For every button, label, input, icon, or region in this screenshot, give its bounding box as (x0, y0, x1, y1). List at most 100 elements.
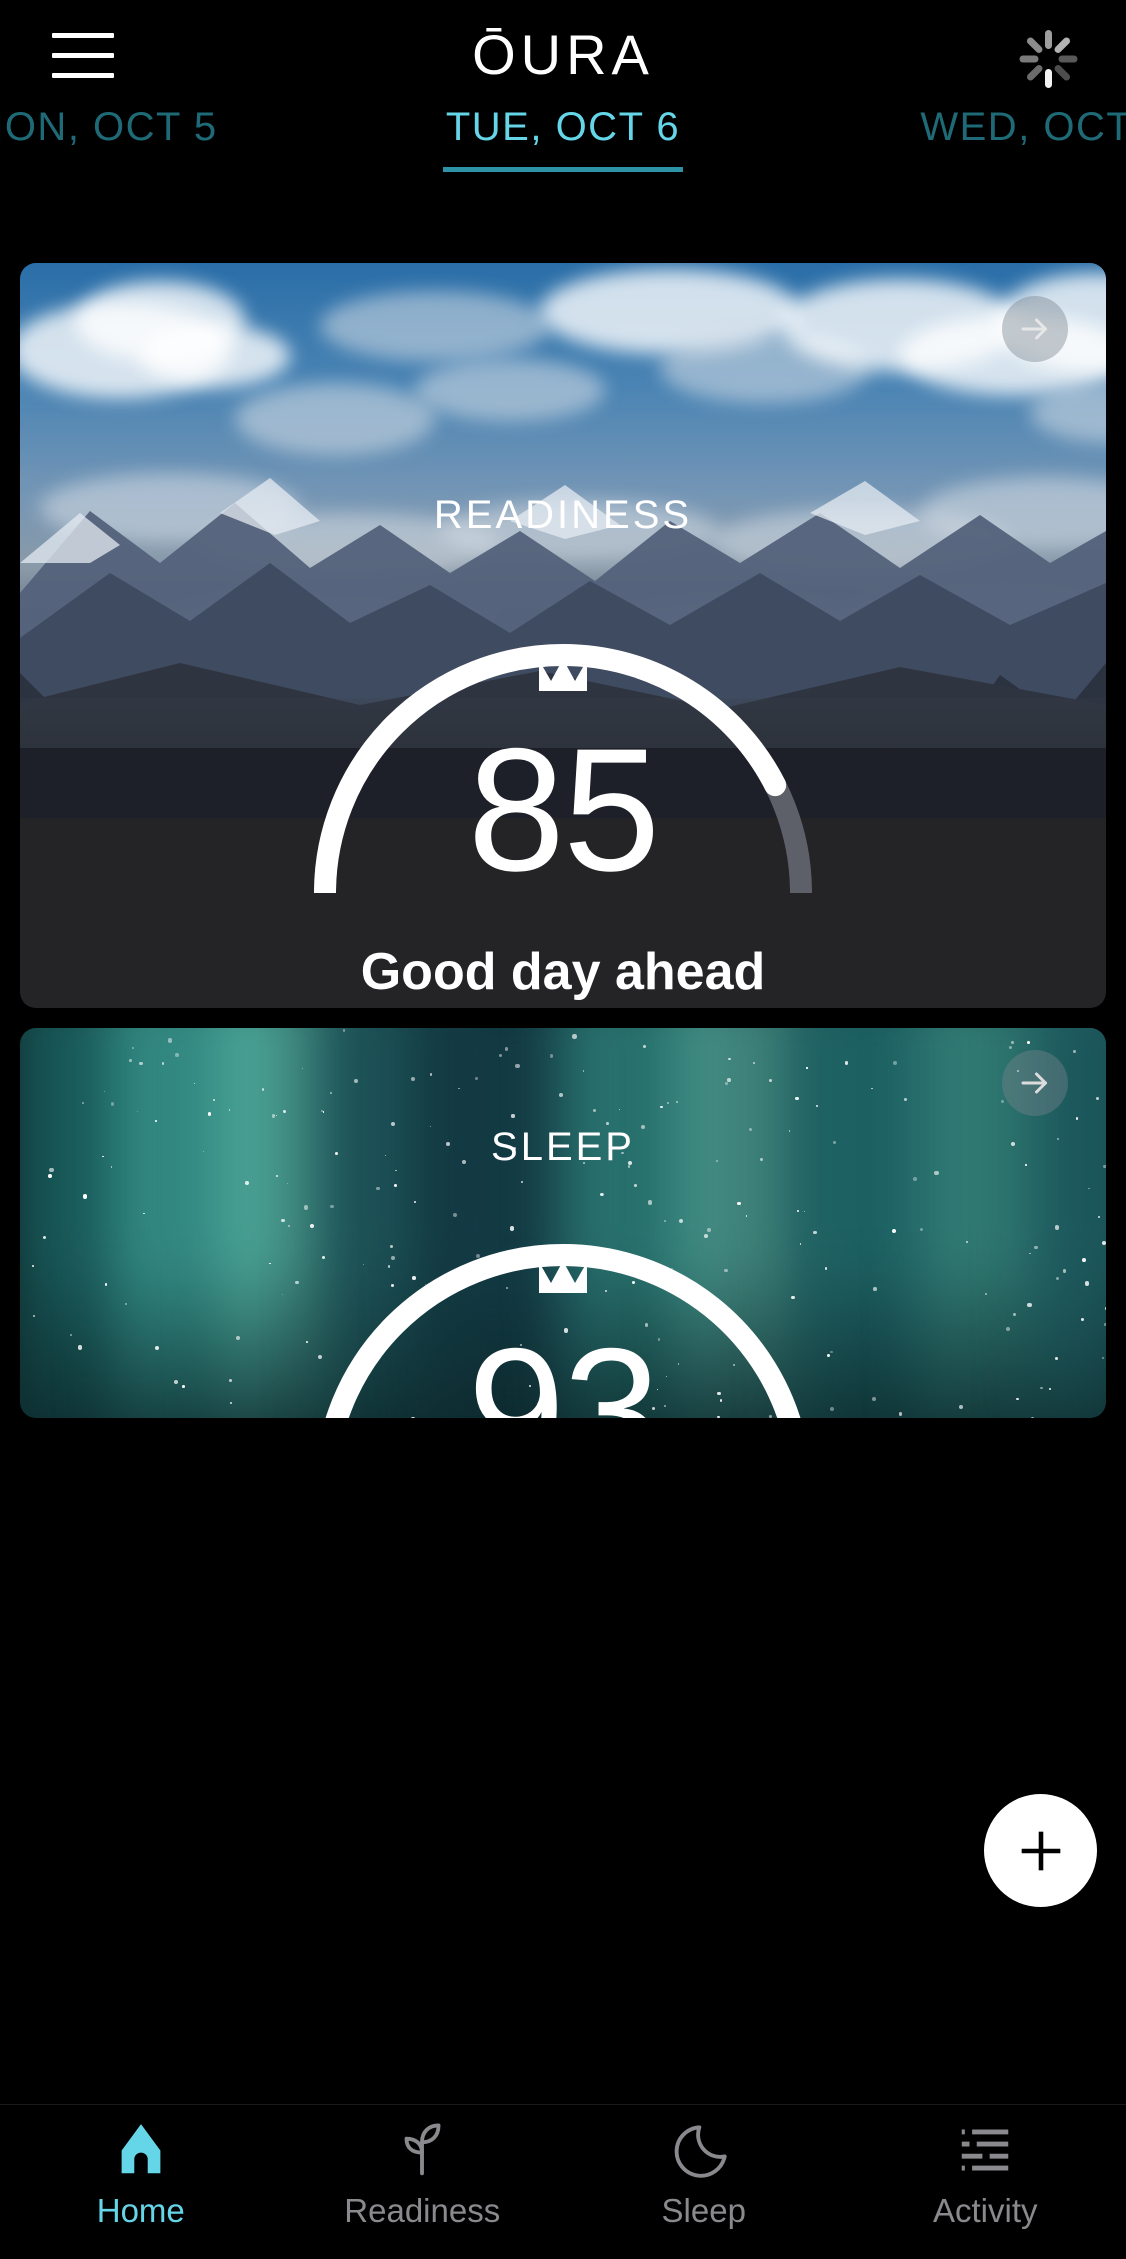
star (1075, 1117, 1078, 1120)
readiness-card[interactable]: READINESS 85 Optimal Good day ahead Seem… (20, 263, 1106, 1008)
star (376, 1186, 380, 1191)
nav-label-sleep: Sleep (661, 2192, 746, 2229)
star (903, 1097, 907, 1101)
star (429, 1073, 432, 1076)
star (269, 1262, 271, 1265)
sleep-card-title: SLEEP (491, 1125, 635, 1169)
star (504, 1047, 509, 1051)
star (1081, 1317, 1085, 1321)
star (275, 1114, 277, 1117)
star (676, 1100, 679, 1103)
readiness-card-arrow-button[interactable] (1002, 296, 1068, 362)
readiness-card-title: READINESS (433, 493, 693, 537)
star (329, 1091, 332, 1095)
star (143, 1212, 145, 1214)
readiness-crown-icon (533, 650, 593, 693)
star (104, 1283, 108, 1286)
home-icon-svg (121, 2124, 161, 2174)
star (167, 1038, 173, 1043)
star (966, 1240, 969, 1243)
star (873, 1287, 877, 1291)
bottom-navigation: Home Readiness Sleep Activity (0, 2104, 1126, 2259)
star (295, 1280, 299, 1285)
arrow-right-icon (1021, 1072, 1047, 1094)
star (891, 1228, 896, 1233)
star (515, 1063, 520, 1068)
readiness-score: 85 (467, 713, 661, 908)
sleep-crown-icon (533, 1252, 593, 1295)
crown-icon (533, 650, 593, 691)
star (1101, 1240, 1106, 1245)
nav-item-activity[interactable]: Activity (845, 2118, 1126, 2230)
star (48, 1174, 52, 1178)
star (1010, 1041, 1014, 1045)
oura-app-screen: ŌURA MON, OCT 5 TUE, OCT 6 WED, OCT 7 RE… (0, 0, 1126, 2259)
add-button[interactable] (984, 1794, 1097, 1907)
star (871, 1087, 873, 1090)
readiness-headline: Good day ahead (360, 943, 766, 1001)
sleep-score: 93 (467, 1313, 661, 1418)
nav-item-readiness[interactable]: Readiness (282, 2118, 564, 2230)
spinner-segment (1019, 55, 1039, 63)
star (824, 1267, 827, 1270)
sleep-card[interactable]: SLEEP 93 (20, 1028, 1106, 1418)
nav-item-sleep[interactable]: Sleep (563, 2118, 845, 2230)
star (110, 1102, 114, 1106)
star (1104, 1307, 1106, 1310)
star (511, 1114, 515, 1118)
activity-list-icon-svg (962, 2129, 1009, 2171)
arrow-right-icon (1021, 318, 1047, 340)
nav-divider (0, 2104, 1126, 2105)
star (912, 1176, 917, 1181)
star (320, 1109, 323, 1112)
date-tab-next[interactable]: WED, OCT 7 (920, 105, 1126, 150)
spinner-segment (1058, 55, 1078, 63)
sprout-icon (391, 2118, 453, 2182)
star (593, 1108, 596, 1112)
top-bar: ŌURA (0, 0, 1126, 105)
home-icon (110, 2118, 172, 2182)
nav-item-home[interactable]: Home (0, 2118, 282, 2230)
star (892, 1060, 897, 1065)
star (129, 1059, 132, 1063)
sleep-card-arrow-button[interactable] (1002, 1050, 1068, 1116)
star (549, 1054, 554, 1058)
spinner-segment (1025, 63, 1044, 82)
star (934, 1170, 939, 1176)
star (1034, 1245, 1038, 1250)
star (806, 1067, 808, 1069)
date-active-underline (443, 167, 683, 172)
star (795, 1096, 799, 1101)
star (726, 1077, 731, 1082)
activity-list-icon (954, 2118, 1016, 2182)
star (281, 1218, 285, 1223)
star (161, 1062, 164, 1065)
star (174, 1052, 179, 1057)
star (282, 1109, 286, 1113)
star (753, 1061, 755, 1064)
spinner-segment (1053, 63, 1072, 82)
nav-label-home: Home (96, 2192, 185, 2229)
star (301, 1067, 303, 1069)
star (659, 1105, 663, 1109)
star (287, 1224, 291, 1228)
star (124, 1303, 127, 1306)
star (919, 1227, 923, 1231)
star (984, 1292, 987, 1295)
star (572, 1034, 577, 1039)
loading-spinner-icon[interactable] (1014, 28, 1078, 90)
star (394, 1184, 398, 1187)
spinner-segment (1053, 36, 1072, 55)
star (353, 1078, 358, 1083)
plus-icon (1021, 1831, 1060, 1870)
star (139, 1061, 143, 1066)
star (558, 1093, 563, 1098)
sprout-icon-svg (404, 2123, 441, 2176)
spinner-segment (1045, 30, 1052, 49)
star (816, 1105, 818, 1107)
star (207, 1112, 212, 1116)
star (725, 1082, 728, 1085)
star (475, 1076, 479, 1080)
star (1081, 1258, 1086, 1263)
nav-label-readiness: Readiness (344, 2192, 501, 2229)
